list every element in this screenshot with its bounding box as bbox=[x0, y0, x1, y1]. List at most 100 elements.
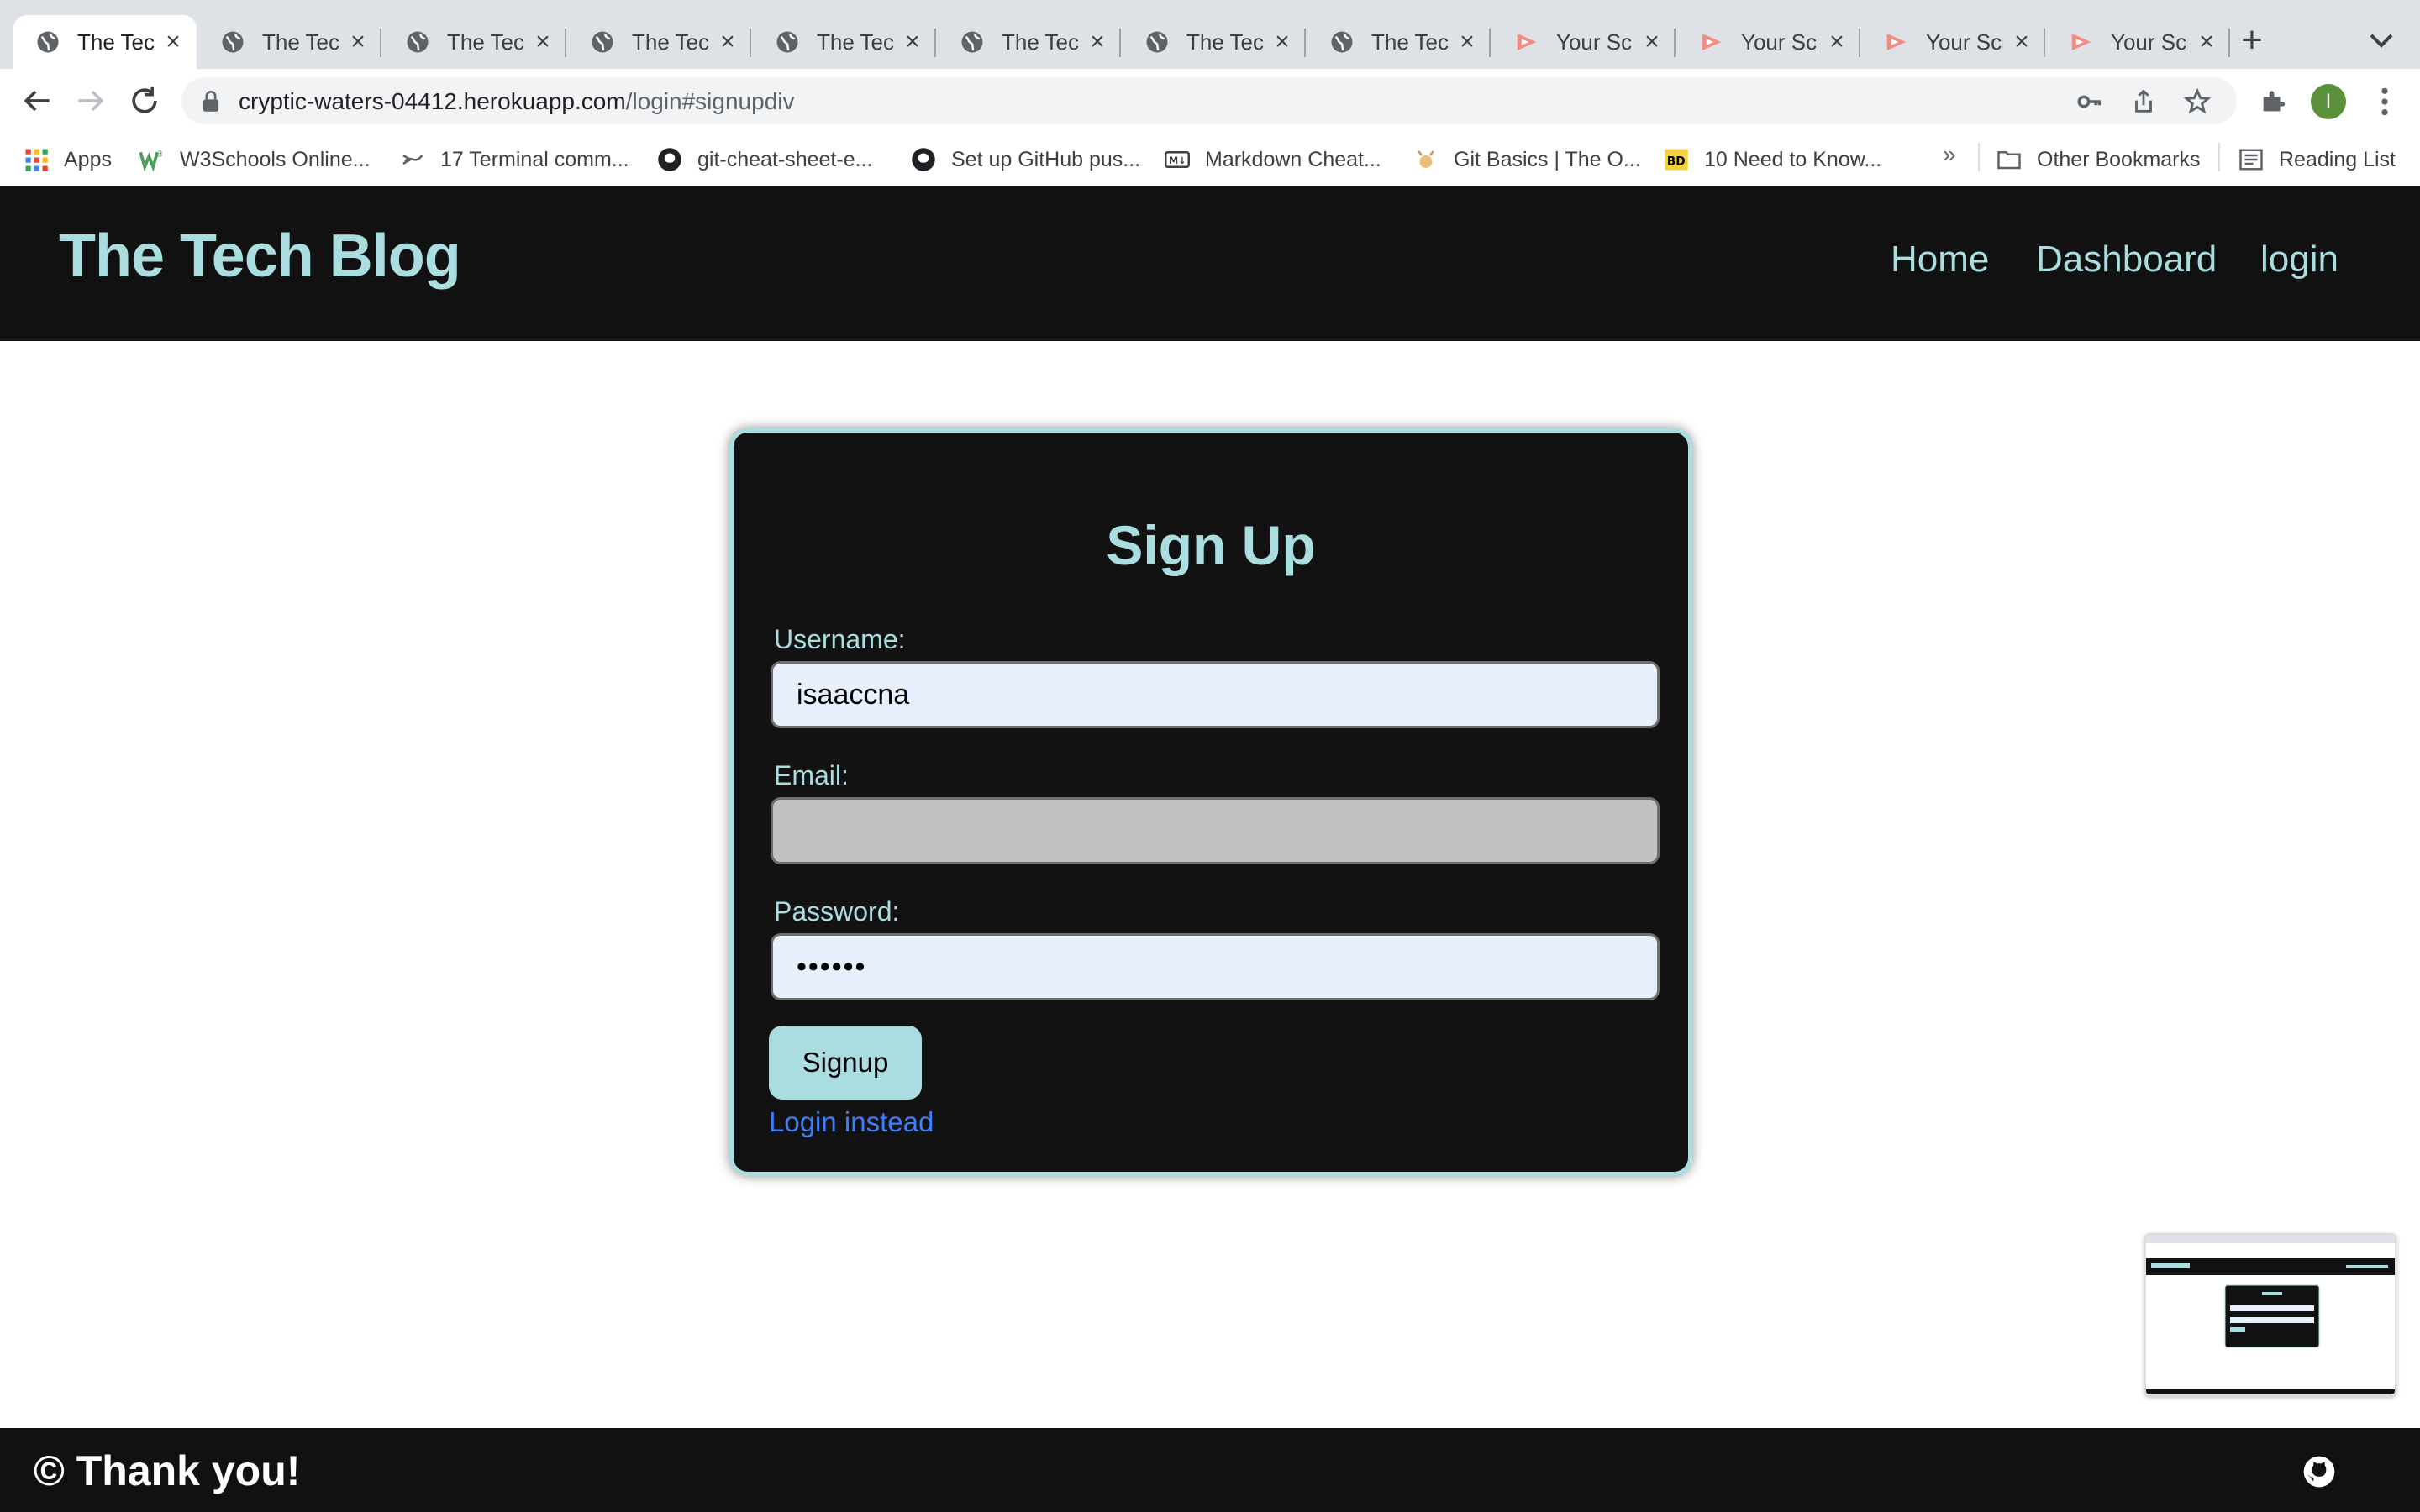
close-icon[interactable]: × bbox=[1087, 29, 1107, 55]
back-arrow-icon[interactable] bbox=[18, 82, 55, 119]
globe-icon bbox=[407, 31, 429, 53]
svg-text:3: 3 bbox=[157, 150, 162, 159]
bookmark-item[interactable]: BD 10 Need to Know... bbox=[1664, 144, 1881, 175]
folder-icon bbox=[1997, 151, 2021, 170]
tab-divider bbox=[380, 29, 381, 57]
globe-icon bbox=[592, 31, 613, 53]
tab-divider bbox=[1674, 29, 1676, 57]
address-bar[interactable]: cryptic-waters-04412.herokuapp.com/login… bbox=[182, 77, 2237, 124]
tab-divider bbox=[565, 29, 566, 57]
tab-divider bbox=[1119, 29, 1121, 57]
email-field[interactable] bbox=[771, 797, 1660, 864]
browser-tab[interactable]: The Tech Blog × bbox=[1123, 15, 1306, 69]
tab-divider bbox=[2044, 29, 2045, 57]
close-icon[interactable]: × bbox=[163, 29, 183, 55]
key-icon[interactable] bbox=[2075, 87, 2104, 116]
browser-tab[interactable]: The Tech Blog × bbox=[568, 15, 751, 69]
browser-tab[interactable]: Your Screencastify × bbox=[1862, 15, 2045, 69]
browser-tab[interactable]: The Tech Blog × bbox=[383, 15, 566, 69]
bookmark-label: 10 Need to Know... bbox=[1704, 147, 1882, 171]
profile-avatar[interactable]: I bbox=[2311, 84, 2346, 119]
close-icon[interactable]: × bbox=[348, 29, 368, 55]
close-icon[interactable]: × bbox=[1827, 29, 1847, 55]
site-title[interactable]: The Tech Blog bbox=[59, 222, 461, 291]
github-icon[interactable] bbox=[2302, 1455, 2336, 1488]
browser-tab[interactable]: The Tech Blog × bbox=[198, 15, 381, 69]
signup-heading: Sign Up bbox=[1106, 514, 1316, 576]
browser-tab[interactable]: The Tech Blog × bbox=[13, 15, 197, 69]
reading-list-label: Reading List bbox=[2279, 147, 2396, 171]
svg-text:BD: BD bbox=[1667, 155, 1686, 168]
apps-grid-icon bbox=[25, 149, 48, 171]
reading-list-button[interactable]: Reading List bbox=[2238, 144, 2396, 175]
close-icon[interactable]: × bbox=[533, 29, 553, 55]
footer-thank-you: © Thank you! bbox=[34, 1447, 301, 1494]
lock-icon[interactable] bbox=[202, 91, 220, 113]
signup-card: Sign Up Username: Email: Password: Signu… bbox=[729, 428, 1692, 1176]
more-menu-icon[interactable] bbox=[2378, 86, 2391, 118]
nav-home-link[interactable]: Home bbox=[1891, 239, 1989, 281]
close-icon[interactable]: × bbox=[2196, 29, 2217, 55]
tab-title: The Tech Blog bbox=[77, 29, 155, 55]
share-icon[interactable] bbox=[2129, 87, 2158, 116]
browser-tab[interactable]: Your Screencastify × bbox=[1492, 15, 1676, 69]
password-label: Password: bbox=[774, 896, 900, 927]
login-instead-link[interactable]: Login instead bbox=[769, 1106, 934, 1138]
bookmarks-overflow-button[interactable]: » bbox=[1943, 141, 1956, 168]
browser-tab[interactable]: The Tech Blog × bbox=[1307, 15, 1491, 69]
screen-recording-preview[interactable] bbox=[2144, 1233, 2396, 1396]
username-field[interactable] bbox=[771, 661, 1660, 728]
email-label: Email: bbox=[774, 760, 849, 790]
tab-title: The Tech Blog bbox=[1002, 29, 1079, 55]
tab-search-chevron-icon[interactable] bbox=[2365, 24, 2398, 57]
close-icon[interactable]: × bbox=[902, 29, 923, 55]
nav-login-link[interactable]: login bbox=[2260, 239, 2338, 281]
screencastify-icon bbox=[1886, 34, 1907, 50]
url-host: cryptic-waters-04412.herokuapp.com bbox=[239, 88, 626, 114]
tab-divider bbox=[1859, 29, 1860, 57]
bd-icon: BD bbox=[1665, 149, 1688, 171]
bookmark-item[interactable]: 3 W3Schools Online... bbox=[139, 144, 371, 175]
site-footer: © Thank you! bbox=[0, 1428, 2420, 1512]
bookmark-item[interactable]: 17 Terminal comm... bbox=[400, 144, 629, 175]
bookmark-item[interactable]: git-cheat-sheet-e... bbox=[657, 144, 872, 175]
close-icon[interactable]: × bbox=[1642, 29, 1662, 55]
tab-divider bbox=[750, 29, 751, 57]
url-text[interactable]: cryptic-waters-04412.herokuapp.com/login… bbox=[239, 88, 794, 115]
tab-title: The Tech Blog bbox=[632, 29, 709, 55]
bookmark-item[interactable]: Apps bbox=[24, 144, 112, 175]
reload-icon[interactable] bbox=[126, 82, 163, 119]
close-icon[interactable]: × bbox=[1272, 29, 1292, 55]
nav-dashboard-link[interactable]: Dashboard bbox=[2036, 239, 2217, 281]
tab-title: The Tech Blog bbox=[262, 29, 339, 55]
bookmark-item[interactable]: M↓ Markdown Cheat... bbox=[1165, 144, 1381, 175]
browser-tab[interactable]: Your Screencastify × bbox=[2047, 15, 2230, 69]
browser-tab[interactable]: The Tech Blog × bbox=[753, 15, 936, 69]
bookmark-label: git-cheat-sheet-e... bbox=[697, 147, 873, 171]
tab-title: Your Screencastify bbox=[2111, 29, 2188, 55]
bookmarks-divider bbox=[1978, 143, 1980, 171]
username-label: Username: bbox=[774, 624, 906, 654]
extensions-puzzle-icon[interactable] bbox=[2259, 87, 2287, 116]
signup-button[interactable]: Signup bbox=[769, 1026, 922, 1100]
globe-icon bbox=[37, 31, 59, 53]
tab-title: The Tech Blog bbox=[447, 29, 524, 55]
screencastify-icon bbox=[2071, 34, 2091, 50]
other-bookmarks-folder[interactable]: Other Bookmarks bbox=[1996, 144, 2201, 175]
close-icon[interactable]: × bbox=[2012, 29, 2032, 55]
new-tab-button[interactable]: + bbox=[2232, 20, 2272, 60]
forward-arrow-icon[interactable] bbox=[72, 82, 109, 119]
password-field[interactable] bbox=[771, 933, 1660, 1000]
github-icon bbox=[658, 148, 681, 171]
close-icon[interactable]: × bbox=[1457, 29, 1477, 55]
close-icon[interactable]: × bbox=[718, 29, 738, 55]
bookmark-label: Set up GitHub pus... bbox=[951, 147, 1141, 171]
browser-tab[interactable]: The Tech Blog × bbox=[938, 15, 1121, 69]
bookmark-item[interactable]: Git Basics | The O... bbox=[1413, 144, 1641, 175]
star-icon[interactable] bbox=[2183, 87, 2212, 116]
browser-tab[interactable]: Your Screencastify × bbox=[1677, 15, 1860, 69]
tab-divider bbox=[1489, 29, 1491, 57]
bookmark-item[interactable]: Set up GitHub pus... bbox=[911, 144, 1140, 175]
svg-text:M↓: M↓ bbox=[1169, 155, 1186, 166]
odin-icon bbox=[1418, 150, 1434, 168]
